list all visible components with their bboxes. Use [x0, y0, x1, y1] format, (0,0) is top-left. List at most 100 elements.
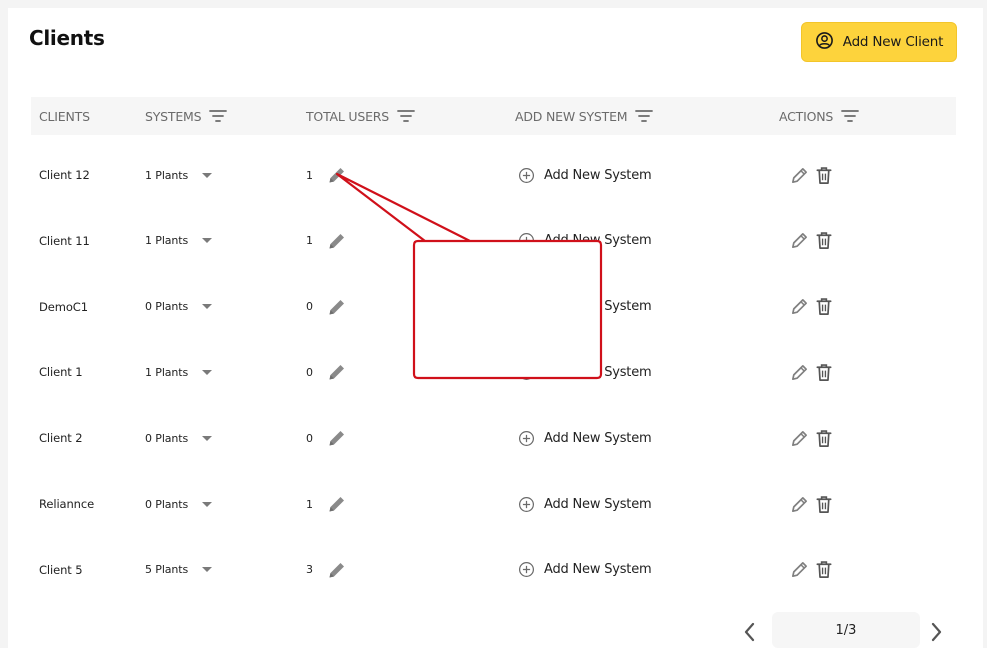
systems-dropdown[interactable]: 0 Plants — [145, 405, 213, 471]
add-new-system-button[interactable]: Add New System — [518, 274, 652, 340]
total-users-value: 3 — [306, 563, 313, 577]
client-name: Client 1 — [39, 365, 83, 380]
systems-value: 1 Plants — [145, 168, 189, 182]
trash-icon — [815, 363, 833, 382]
systems-value: 0 Plants — [145, 300, 189, 314]
delete-client-button[interactable] — [815, 471, 833, 537]
add-new-system-button[interactable]: Add New System — [518, 142, 652, 208]
add-new-system-button[interactable]: Add New System — [518, 537, 652, 603]
add-new-system-button[interactable]: Add New System — [518, 208, 652, 274]
add-new-system-button[interactable]: Add New System — [518, 339, 652, 405]
add-new-system-button[interactable]: Add New System — [518, 471, 652, 537]
edit-client-button[interactable] — [790, 339, 809, 405]
add-new-system-label: Add New System — [544, 364, 652, 380]
next-page-icon[interactable] — [928, 622, 944, 646]
edit-users-button[interactable] — [327, 471, 347, 537]
user-circle-icon — [815, 31, 834, 54]
add-new-system-label: Add New System — [544, 299, 652, 315]
add-new-system-label: Add New System — [544, 562, 652, 578]
total-users-value: 1 — [306, 234, 313, 248]
edit-users-button[interactable] — [327, 405, 347, 471]
systems-value: 1 Plants — [145, 234, 189, 248]
add-circle-icon — [518, 496, 535, 513]
systems-dropdown[interactable]: 0 Plants — [145, 274, 213, 340]
edit-users-button[interactable] — [327, 274, 347, 340]
pencil-icon — [327, 428, 347, 448]
systems-value: 0 Plants — [145, 497, 189, 511]
page-indicator-label: 1/3 — [835, 622, 857, 638]
table-row: Client 2 0 Plants 0 Add New System — [31, 405, 956, 471]
edit-client-button[interactable] — [790, 405, 809, 471]
edit-icon — [790, 297, 809, 316]
filter-icon[interactable] — [209, 109, 228, 123]
caret-down-icon — [202, 304, 213, 310]
edit-icon — [790, 363, 809, 382]
systems-value: 5 Plants — [145, 563, 189, 577]
edit-icon — [790, 166, 809, 185]
delete-client-button[interactable] — [815, 142, 833, 208]
trash-icon — [815, 166, 833, 185]
header-add-new-system: ADD NEW SYSTEM — [515, 97, 654, 135]
edit-icon — [790, 231, 809, 250]
add-circle-icon — [518, 364, 535, 381]
total-users-value: 0 — [306, 431, 313, 445]
client-name: Client 5 — [39, 562, 83, 577]
trash-icon — [815, 495, 833, 514]
table-row: Client 5 5 Plants 3 Add New System — [31, 537, 956, 603]
header-systems: SYSTEMS — [145, 97, 228, 135]
edit-client-button[interactable] — [790, 142, 809, 208]
table-header: CLIENTS SYSTEMS TOTAL USERS ADD NEW SYST… — [31, 97, 956, 135]
systems-dropdown[interactable]: 0 Plants — [145, 471, 213, 537]
pencil-icon — [327, 231, 347, 251]
total-users-value: 1 — [306, 168, 313, 182]
caret-down-icon — [202, 172, 213, 178]
trash-icon — [815, 297, 833, 316]
edit-client-button[interactable] — [790, 274, 809, 340]
header-clients: CLIENTS — [39, 97, 90, 135]
add-new-system-label: Add New System — [544, 233, 652, 249]
edit-users-button[interactable] — [327, 537, 347, 603]
total-users-value: 0 — [306, 365, 313, 379]
filter-icon[interactable] — [397, 109, 415, 123]
edit-client-button[interactable] — [790, 471, 809, 537]
systems-value: 1 Plants — [145, 365, 189, 379]
add-circle-icon — [518, 167, 535, 184]
edit-users-button[interactable] — [327, 208, 347, 274]
add-new-client-button[interactable]: Add New Client — [801, 22, 957, 62]
delete-client-button[interactable] — [815, 537, 833, 603]
edit-icon — [790, 429, 809, 448]
add-new-system-label: Add New System — [544, 430, 652, 446]
edit-icon — [790, 495, 809, 514]
page-indicator: 1/3 — [772, 612, 920, 648]
table-row: Reliannce 0 Plants 1 Add New System — [31, 471, 956, 537]
header-total-users-label: TOTAL USERS — [306, 108, 390, 124]
systems-dropdown[interactable]: 1 Plants — [145, 208, 213, 274]
edit-client-button[interactable] — [790, 208, 809, 274]
add-new-system-button[interactable]: Add New System — [518, 405, 652, 471]
systems-dropdown[interactable]: 1 Plants — [145, 142, 213, 208]
edit-client-button[interactable] — [790, 537, 809, 603]
systems-dropdown[interactable]: 5 Plants — [145, 537, 213, 603]
delete-client-button[interactable] — [815, 405, 833, 471]
filter-icon[interactable] — [841, 109, 860, 123]
header-clients-label: CLIENTS — [39, 108, 90, 124]
delete-client-button[interactable] — [815, 208, 833, 274]
delete-client-button[interactable] — [815, 339, 833, 405]
edit-users-button[interactable] — [327, 339, 347, 405]
caret-down-icon — [202, 238, 213, 244]
trash-icon — [815, 429, 833, 448]
systems-dropdown[interactable]: 1 Plants — [145, 339, 213, 405]
systems-value: 0 Plants — [145, 431, 189, 445]
edit-users-button[interactable] — [327, 142, 347, 208]
page-title: Clients — [29, 26, 105, 50]
delete-client-button[interactable] — [815, 274, 833, 340]
filter-icon[interactable] — [635, 109, 654, 123]
pencil-icon — [327, 297, 347, 317]
client-name: Client 2 — [39, 431, 83, 446]
total-users-value: 0 — [306, 300, 313, 314]
header-systems-label: SYSTEMS — [145, 108, 202, 124]
previous-page-icon[interactable] — [742, 622, 758, 646]
add-circle-icon — [518, 561, 535, 578]
add-new-system-label: Add New System — [544, 496, 652, 512]
add-new-system-label: Add New System — [544, 167, 652, 183]
